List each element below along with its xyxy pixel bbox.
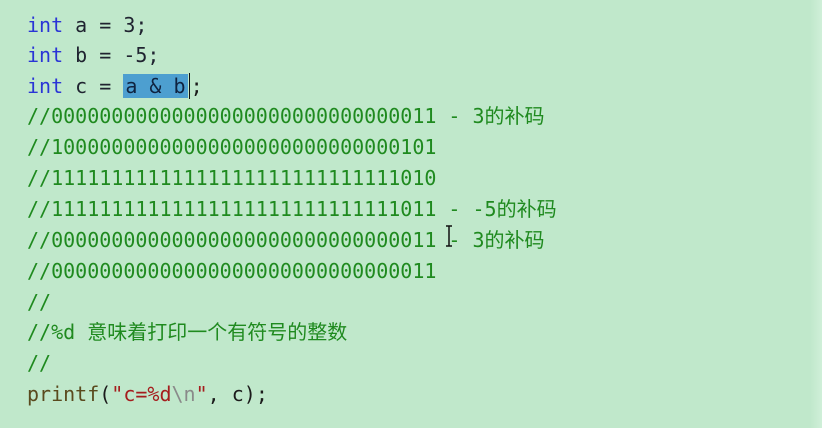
declaration-b: b = -5; xyxy=(63,43,160,67)
ibeam-cursor-icon xyxy=(446,225,452,247)
comment-line-10[interactable]: // xyxy=(27,287,51,317)
selected-expression[interactable]: a & b xyxy=(123,74,188,98)
code-line-3[interactable]: int c = a & b; xyxy=(27,71,203,101)
keyword-int: int xyxy=(27,43,64,67)
editor-right-edge xyxy=(810,0,822,428)
keyword-int: int xyxy=(27,74,64,98)
keyword-int: int xyxy=(27,13,64,37)
comment-line-6[interactable]: //11111111111111111111111111111010 xyxy=(27,163,436,193)
code-editor[interactable]: int a = 3; int b = -5; int c = a & b; //… xyxy=(0,0,822,428)
statement-terminator: ; xyxy=(190,74,203,98)
comment-line-8[interactable]: //00000000000000000000000000000011 - 3的补… xyxy=(27,225,545,255)
open-paren: ( xyxy=(99,382,112,406)
comment-line-9[interactable]: //00000000000000000000000000000011 xyxy=(27,256,436,286)
code-line-2[interactable]: int b = -5; xyxy=(27,40,159,70)
string-literal-end: " xyxy=(195,382,208,406)
function-printf: printf xyxy=(27,382,100,406)
comment-line-7[interactable]: //11111111111111111111111111111011 - -5的… xyxy=(27,194,557,224)
code-line-13[interactable]: printf("c=%d\n", c); xyxy=(27,379,268,409)
code-line-1[interactable]: int a = 3; xyxy=(27,10,147,40)
comment-line-4[interactable]: //00000000000000000000000000000011 - 3的补… xyxy=(27,101,545,131)
declaration-a: a = 3; xyxy=(63,13,148,37)
comment-line-12[interactable]: // xyxy=(27,348,51,378)
string-literal-start: "c=%d xyxy=(111,382,172,406)
declaration-c-prefix: c = xyxy=(63,74,124,98)
escape-sequence: \n xyxy=(171,382,196,406)
printf-arguments: , c); xyxy=(207,382,268,406)
comment-line-5[interactable]: //10000000000000000000000000000101 xyxy=(27,132,436,162)
text-caret xyxy=(188,73,190,99)
comment-line-11[interactable]: //%d 意味着打印一个有符号的整数 xyxy=(27,317,347,347)
